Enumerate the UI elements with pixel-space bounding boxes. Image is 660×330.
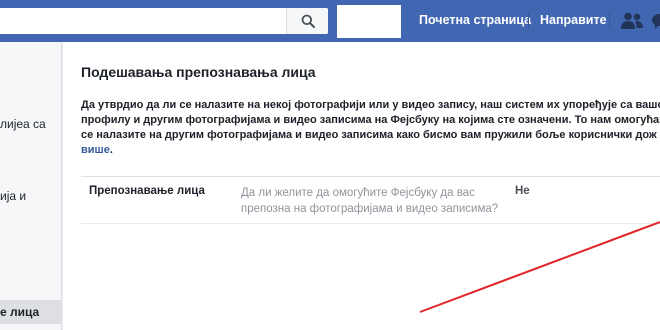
face-recognition-setting-row[interactable]: Препознавање лица Да ли желите да омогућ… xyxy=(81,177,660,223)
home-link[interactable]: Почетна страница xyxy=(419,13,531,27)
friends-icon[interactable] xyxy=(620,11,644,31)
sidebar-item-label: ија и xyxy=(0,189,27,203)
sidebar-item-timeline[interactable]: лијеа са xyxy=(0,116,61,132)
sidebar-item-location[interactable]: ија и xyxy=(0,188,61,204)
settings-description: Да утврдио да ли се налазите на некој фо… xyxy=(81,98,660,158)
sidebar-item-label: лијеа са xyxy=(0,117,46,131)
description-suffix: . xyxy=(109,144,113,156)
messages-icon[interactable] xyxy=(652,11,660,31)
profile-link[interactable] xyxy=(337,5,401,38)
setting-label: Препознавање лица xyxy=(89,185,205,197)
page-title: Подешавања препознавања лица xyxy=(81,64,316,80)
search-input[interactable] xyxy=(0,8,286,34)
description-line: Да утврдио да ли се налазите на некој фо… xyxy=(81,99,660,111)
nav-divider xyxy=(528,13,529,29)
search-box xyxy=(0,8,328,34)
description-line: профилу и другим фотографијама и видео з… xyxy=(81,114,660,126)
question-line: Да ли желите да омогућите Фејсбуку да ва… xyxy=(241,187,475,199)
learn-more-link[interactable]: више xyxy=(81,144,110,156)
search-icon xyxy=(301,14,315,28)
search-button[interactable] xyxy=(286,8,328,34)
setting-value: Не xyxy=(515,185,530,197)
create-link[interactable]: Направите xyxy=(540,13,607,27)
sidebar-item-label: е лица xyxy=(0,305,40,319)
settings-sidebar: лијеа са ија и е лица xyxy=(0,42,62,330)
row-divider xyxy=(81,223,660,224)
setting-question: Да ли желите да омогућите Фејсбуку да ва… xyxy=(241,185,511,217)
question-line: препозна на фотографијама и видео записи… xyxy=(241,203,499,215)
description-line: се налазите на другим фотографијама и ви… xyxy=(81,129,657,141)
sidebar-item-face-recognition[interactable]: е лица xyxy=(0,300,61,324)
top-bar: Почетна страница Направите xyxy=(0,0,660,42)
nav-divider xyxy=(609,13,610,29)
settings-panel: Подешавања препознавања лица Да утврдио … xyxy=(63,42,660,330)
